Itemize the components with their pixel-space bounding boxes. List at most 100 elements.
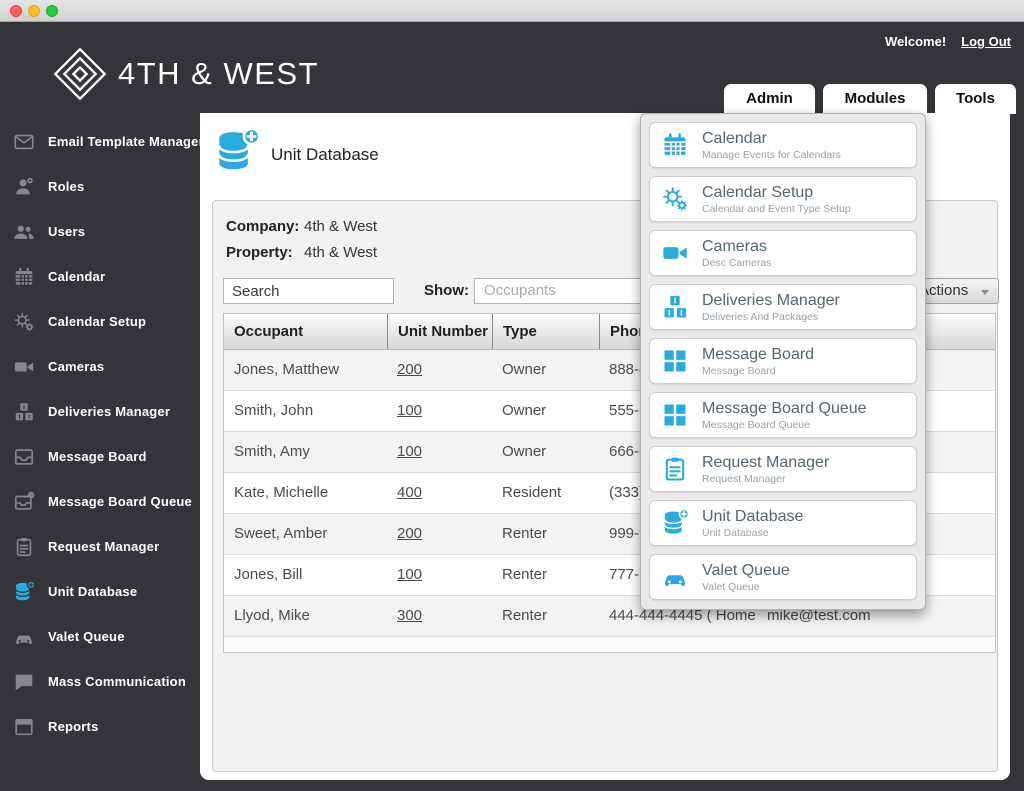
unit-number-link[interactable]: 100: [397, 402, 422, 419]
sidebar-item-message-board[interactable]: Message Board: [0, 434, 200, 479]
type-cell: Owner: [492, 350, 599, 390]
minimize-window-button[interactable]: [28, 5, 40, 17]
menu-item-title: Calendar: [702, 130, 841, 148]
menu-item-title: Valet Queue: [702, 562, 790, 580]
unit-number-link[interactable]: 400: [397, 484, 422, 501]
occupant-cell: Jones, Matthew: [224, 350, 387, 390]
company-value: 4th & West: [304, 218, 377, 235]
unit-database-icon: [213, 128, 260, 175]
column-header-occupant[interactable]: Occupant: [224, 314, 387, 349]
menu-item-title: Message Board: [702, 346, 814, 364]
unit-number-cell: 100: [387, 391, 492, 431]
unit-number-link[interactable]: 300: [397, 607, 422, 624]
database-plus-icon: [13, 581, 35, 603]
sidebar: Email Template ManagerRolesUsersCalendar…: [0, 119, 200, 749]
type-cell: Renter: [492, 555, 599, 595]
sidebar-item-roles[interactable]: Roles: [0, 164, 200, 209]
menu-item-title: Message Board Queue: [702, 400, 867, 418]
menu-item-subtitle: Desc Cameras: [702, 257, 771, 269]
occupant-cell: Kate, Michelle: [224, 473, 387, 513]
modules-dropdown-menu: CalendarManage Events for CalendarsCalen…: [640, 113, 926, 610]
menu-item-message-board[interactable]: Message BoardMessage Board: [649, 338, 917, 384]
occupant-cell: Smith, Amy: [224, 432, 387, 472]
sidebar-item-cameras[interactable]: Cameras: [0, 344, 200, 389]
unit-number-cell: 400: [387, 473, 492, 513]
logout-link[interactable]: Log Out: [961, 34, 1011, 49]
menu-item-subtitle: Manage Events for Calendars: [702, 149, 841, 161]
window-titlebar: [0, 0, 1024, 22]
unit-number-link[interactable]: 200: [397, 361, 422, 378]
inbox-plus-icon: [13, 491, 35, 513]
type-cell: Renter: [492, 514, 599, 554]
person-icon: [13, 176, 35, 198]
videocam-icon: [13, 356, 35, 378]
menu-item-message-board-queue[interactable]: Message Board QueueMessage Board Queue: [649, 392, 917, 438]
menu-item-calendar[interactable]: CalendarManage Events for Calendars: [649, 122, 917, 168]
menu-item-title: Cameras: [702, 238, 771, 256]
menu-item-request-manager[interactable]: Request ManagerRequest Manager: [649, 446, 917, 492]
report-icon: [13, 716, 35, 738]
sidebar-item-valet-queue[interactable]: Valet Queue: [0, 614, 200, 659]
sidebar-item-mass-communication[interactable]: Mass Communication: [0, 659, 200, 704]
sidebar-item-calendar-setup[interactable]: Calendar Setup: [0, 299, 200, 344]
chat-icon: [13, 671, 35, 693]
page-title: Unit Database: [271, 145, 379, 165]
calendar-icon: [13, 266, 35, 288]
occupant-cell: Jones, Bill: [224, 555, 387, 595]
menu-item-title: Calendar Setup: [702, 184, 851, 202]
column-header-type[interactable]: Type: [492, 314, 599, 349]
car-icon: [661, 563, 689, 591]
grid-icon: [661, 347, 689, 375]
menu-item-calendar-setup[interactable]: Calendar SetupCalendar and Event Type Se…: [649, 176, 917, 222]
type-cell: Resident: [492, 473, 599, 513]
envelope-icon: [13, 131, 35, 153]
menu-item-subtitle: Request Manager: [702, 473, 829, 485]
menu-item-subtitle: Valet Queue: [702, 581, 790, 593]
tab-tools[interactable]: Tools: [935, 84, 1016, 114]
type-cell: Renter: [492, 596, 599, 636]
zoom-window-button[interactable]: [46, 5, 58, 17]
tab-modules[interactable]: Modules: [823, 84, 927, 114]
sidebar-item-calendar[interactable]: Calendar: [0, 254, 200, 299]
unit-number-cell: 300: [387, 596, 492, 636]
menu-item-unit-database[interactable]: Unit DatabaseUnit Database: [649, 500, 917, 546]
type-cell: Owner: [492, 432, 599, 472]
occupant-cell: Smith, John: [224, 391, 387, 431]
brand-title: 4TH & WEST: [118, 56, 319, 92]
menu-item-subtitle: Unit Database: [702, 527, 803, 539]
search-input[interactable]: [223, 278, 394, 304]
sidebar-item-deliveries-manager[interactable]: Deliveries Manager: [0, 389, 200, 434]
menu-item-valet-queue[interactable]: Valet QueueValet Queue: [649, 554, 917, 600]
sidebar-item-message-board-queue[interactable]: Message Board Queue: [0, 479, 200, 524]
unit-number-cell: 100: [387, 555, 492, 595]
unit-number-link[interactable]: 100: [397, 443, 422, 460]
brand-logo-icon: [52, 46, 108, 102]
occupant-cell: Sweet, Amber: [224, 514, 387, 554]
videocam-icon: [661, 239, 689, 267]
unit-number-cell: 200: [387, 350, 492, 390]
unit-number-link[interactable]: 100: [397, 566, 422, 583]
menu-item-subtitle: Message Board Queue: [702, 419, 867, 431]
tab-admin[interactable]: Admin: [724, 84, 815, 114]
column-header-unit-number[interactable]: Unit Number: [387, 314, 492, 349]
menu-item-title: Deliveries Manager: [702, 292, 840, 310]
car-icon: [13, 626, 35, 648]
grid-icon: [661, 401, 689, 429]
property-label: Property:: [226, 244, 293, 261]
sidebar-item-reports[interactable]: Reports: [0, 704, 200, 749]
sidebar-item-email-template-manager[interactable]: Email Template Manager: [0, 119, 200, 164]
show-select[interactable]: Occupants: [474, 278, 664, 304]
sidebar-item-request-manager[interactable]: Request Manager: [0, 524, 200, 569]
menu-item-deliveries-manager[interactable]: Deliveries ManagerDeliveries And Package…: [649, 284, 917, 330]
property-value: 4th & West: [304, 244, 377, 261]
unit-number-link[interactable]: 200: [397, 525, 422, 542]
sidebar-item-unit-database[interactable]: Unit Database: [0, 569, 200, 614]
table-footer-strip: [224, 637, 995, 652]
menu-item-subtitle: Message Board: [702, 365, 814, 377]
calendar-icon: [661, 131, 689, 159]
company-label: Company:: [226, 218, 299, 235]
close-window-button[interactable]: [10, 5, 22, 17]
menu-item-cameras[interactable]: CamerasDesc Cameras: [649, 230, 917, 276]
unit-number-cell: 100: [387, 432, 492, 472]
sidebar-item-users[interactable]: Users: [0, 209, 200, 254]
